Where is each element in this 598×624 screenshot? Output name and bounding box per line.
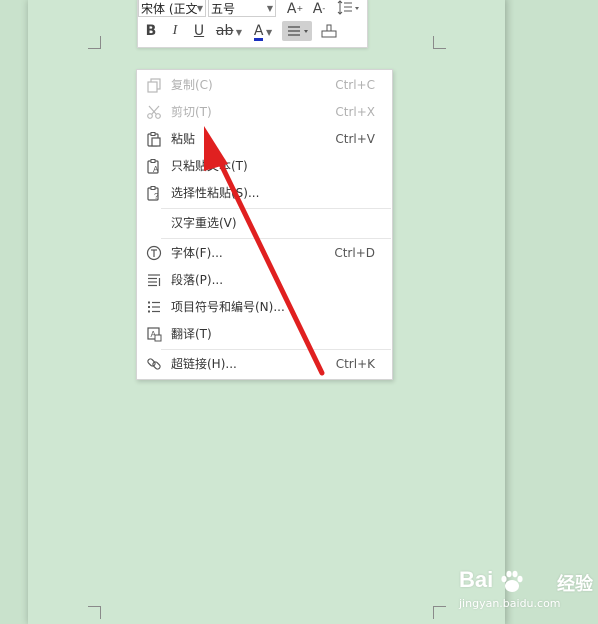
watermark-suffix: 经验: [557, 574, 593, 595]
menu-item-label: 超链接(H)...: [171, 357, 237, 371]
menu-item-shortcut: Ctrl+C: [335, 78, 375, 92]
paste-icon: [147, 132, 161, 147]
menu-separator: [161, 349, 391, 350]
margin-corner-bottom-left: [88, 606, 101, 619]
menu-item-font[interactable]: 字体(F)... Ctrl+D: [137, 240, 392, 266]
format-painter-icon: [321, 24, 337, 38]
link-icon: [147, 358, 161, 370]
menu-item-label: 汉字重选(V): [171, 216, 237, 230]
shrink-font-button[interactable]: A-: [310, 0, 328, 19]
copy-icon: [147, 78, 161, 93]
menu-item-shortcut: Ctrl+K: [335, 357, 375, 371]
menu-item-paste-special[interactable]: ? 选择性粘贴(S)...: [137, 180, 392, 206]
menu-item-label: 只粘贴文本(T): [171, 159, 248, 173]
translate-icon: A: [147, 327, 162, 342]
menu-item-hyperlink[interactable]: 超链接(H)... Ctrl+K: [137, 351, 392, 377]
menu-item-label: 段落(P)...: [171, 273, 224, 287]
menu-item-label: 字体(F)...: [171, 246, 223, 260]
paw-logo-icon: [501, 570, 523, 592]
baidu-watermark: Bai 经验 jingyan.baidu.com: [455, 565, 595, 613]
menu-item-label: 剪切(T): [171, 105, 212, 119]
bold-icon: B: [145, 23, 157, 39]
margin-corner-top-right: [433, 36, 446, 49]
watermark-url: jingyan.baidu.com: [459, 597, 561, 610]
bullet-list-icon: [148, 301, 160, 313]
menu-item-shortcut: Ctrl+V: [335, 132, 375, 146]
menu-item-label: 选择性粘贴(S)...: [171, 186, 260, 200]
menu-item-label: 粘贴: [171, 132, 196, 146]
margin-corner-top-left: [88, 36, 101, 49]
font-size-select[interactable]: 五号 ▼: [208, 0, 276, 17]
line-spacing-icon: [337, 0, 359, 15]
menu-item-reselect-hanzi[interactable]: 汉字重选(V): [137, 210, 392, 236]
mini-toolbar: 宋体 (正文 ▼ 五号 ▼ A+ A- B I U ab ▼ A ▼: [137, 0, 368, 48]
bold-button[interactable]: B: [142, 21, 160, 41]
watermark-brand: Bai: [459, 567, 494, 592]
menu-item-paste-text-only[interactable]: A 只粘贴文本(T): [137, 153, 392, 179]
line-spacing-button[interactable]: [336, 0, 362, 19]
menu-item-shortcut: Ctrl+D: [334, 246, 375, 260]
font-name-value: 宋体 (正文: [141, 2, 198, 16]
font-color-button[interactable]: A ▼: [250, 21, 276, 41]
highlight-icon: ab: [215, 23, 234, 39]
format-painter-button[interactable]: [318, 21, 340, 41]
font-icon: [146, 245, 162, 261]
align-justify-icon: [288, 26, 308, 36]
menu-item-shortcut: Ctrl+X: [335, 105, 375, 119]
chevron-down-icon: ▼: [266, 4, 273, 13]
context-menu: 复制(C) Ctrl+C 剪切(T) Ctrl+X 粘贴 Ctrl+V A 只粘…: [136, 69, 393, 380]
menu-item-translate[interactable]: A 翻译(T): [137, 321, 392, 347]
menu-item-label: 项目符号和编号(N)...: [171, 300, 285, 314]
font-color-icon: A: [253, 23, 264, 41]
shrink-font-icon: A: [312, 1, 323, 17]
paste-special-icon: ?: [147, 186, 159, 201]
page-shadow: [505, 0, 515, 624]
svg-text:?: ?: [154, 192, 159, 201]
menu-item-label: 翻译(T): [171, 327, 212, 341]
font-size-value: 五号: [211, 2, 236, 16]
menu-item-cut[interactable]: 剪切(T) Ctrl+X: [137, 99, 392, 125]
menu-item-label: 复制(C): [171, 78, 213, 92]
align-button[interactable]: [282, 21, 312, 41]
grow-font-icon: A: [286, 1, 297, 17]
menu-item-paragraph[interactable]: 段落(P)...: [137, 267, 392, 293]
font-name-select[interactable]: 宋体 (正文 ▼: [138, 0, 206, 17]
underline-icon: U: [193, 23, 205, 39]
highlight-button[interactable]: ab ▼: [214, 21, 244, 41]
paragraph-icon: [148, 274, 161, 287]
underline-button[interactable]: U: [190, 21, 208, 41]
scissors-icon: [147, 105, 161, 119]
italic-icon: I: [172, 23, 178, 38]
grow-font-button[interactable]: A+: [286, 0, 304, 19]
menu-separator: [161, 208, 391, 209]
menu-item-bullets-numbering[interactable]: 项目符号和编号(N)...: [137, 294, 392, 320]
italic-button[interactable]: I: [166, 21, 184, 41]
margin-corner-bottom-right: [433, 606, 446, 619]
menu-item-copy[interactable]: 复制(C) Ctrl+C: [137, 72, 392, 98]
menu-item-paste[interactable]: 粘贴 Ctrl+V: [137, 126, 392, 152]
menu-separator: [161, 238, 391, 239]
paste-text-icon: A: [147, 159, 159, 174]
chevron-down-icon: ▼: [196, 4, 203, 13]
svg-text:A: A: [153, 165, 159, 174]
